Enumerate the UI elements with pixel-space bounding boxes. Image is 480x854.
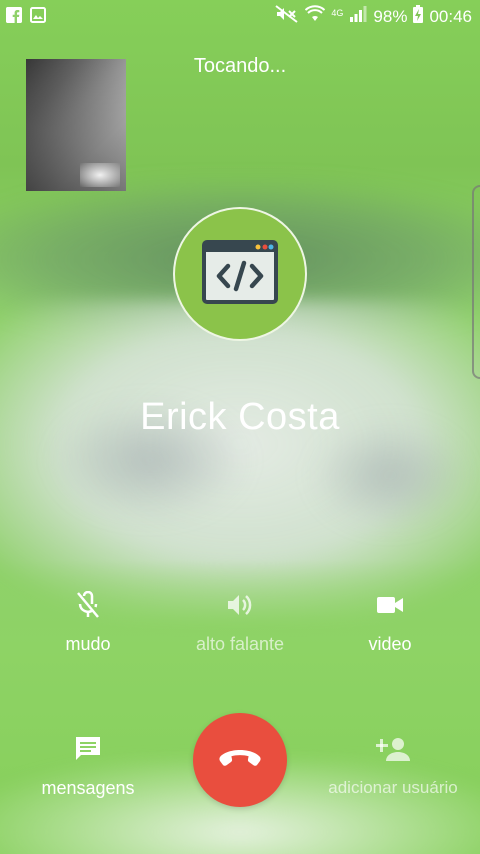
network-type: 4G bbox=[331, 7, 344, 18]
avatar bbox=[173, 207, 307, 341]
edge-panel-handle[interactable] bbox=[472, 185, 480, 379]
video-camera-icon bbox=[320, 588, 460, 622]
add-user-label: adicionar usuário bbox=[328, 778, 458, 797]
mic-off-icon bbox=[18, 588, 158, 622]
video-label: video bbox=[368, 634, 412, 654]
add-person-icon bbox=[320, 732, 466, 766]
call-screen: 4G 98% 00:46 Tocando... Erick Costa mudo… bbox=[0, 0, 480, 854]
end-call-button[interactable] bbox=[193, 713, 287, 807]
mute-button[interactable]: mudo bbox=[18, 588, 158, 655]
hang-up-icon bbox=[218, 748, 262, 773]
wifi-icon bbox=[305, 5, 326, 28]
speaker-label: alto falante bbox=[195, 634, 285, 654]
video-button[interactable]: video bbox=[320, 588, 460, 655]
code-window-icon bbox=[202, 239, 278, 309]
contact-name: Erick Costa bbox=[140, 396, 340, 438]
status-bar: 4G 98% 00:46 bbox=[0, 0, 480, 32]
battery-charging-icon bbox=[413, 5, 424, 28]
speaker-icon bbox=[170, 588, 310, 622]
call-status: Tocando... bbox=[193, 55, 287, 77]
clock: 00:46 bbox=[429, 6, 472, 26]
message-icon bbox=[18, 732, 158, 766]
mute-icon bbox=[275, 5, 299, 28]
messages-label: mensagens bbox=[41, 778, 135, 798]
signal-icon bbox=[349, 5, 367, 28]
battery-percent: 98% bbox=[373, 6, 408, 26]
speaker-button[interactable]: alto falante bbox=[170, 588, 310, 655]
self-video-preview[interactable] bbox=[26, 59, 126, 191]
messages-button[interactable]: mensagens bbox=[18, 732, 158, 799]
facebook-icon bbox=[6, 7, 22, 23]
add-user-button[interactable]: adicionar usuário bbox=[320, 732, 466, 798]
gallery-icon bbox=[30, 7, 46, 28]
mute-label: mudo bbox=[65, 634, 111, 654]
